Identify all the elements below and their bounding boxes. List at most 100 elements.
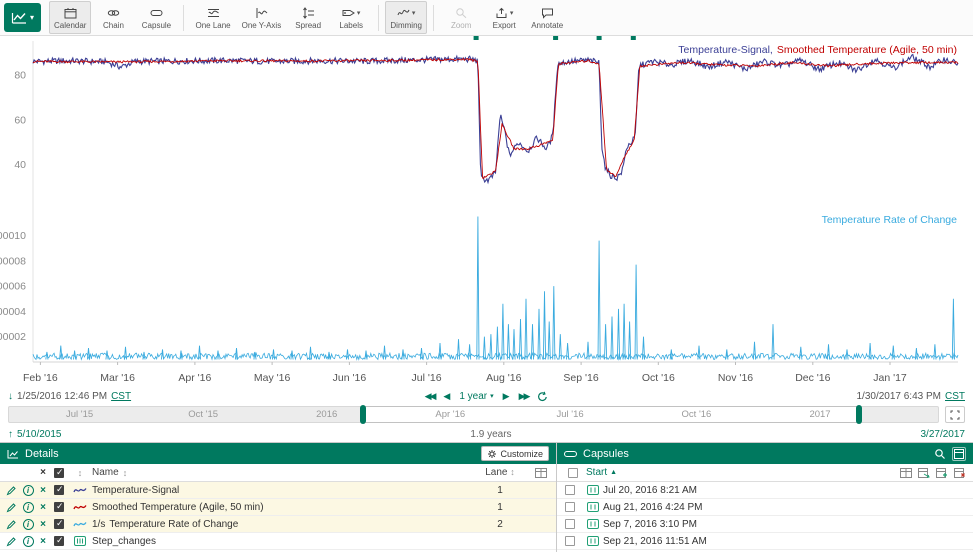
add-column-icon[interactable] — [529, 468, 553, 478]
display-range-bar: ↓ 1/25/2016 12:46 PM CST ◀◀ ◀ 1 year▾ ▶ … — [0, 388, 973, 404]
sort-ascending-icon: ▲ — [610, 469, 617, 476]
remove-icon[interactable]: × — [36, 485, 50, 496]
pan-left-icon[interactable]: ◀ — [443, 391, 450, 402]
customize-label: Customize — [500, 449, 543, 459]
range-end-handle[interactable] — [856, 405, 862, 424]
toolbar-spread-button[interactable]: Spread — [287, 1, 329, 34]
toolbar-button-label: Export — [493, 21, 516, 30]
investigate-start-date: 5/10/2015 — [17, 429, 62, 440]
refresh-icon[interactable] — [537, 391, 548, 402]
toolbar-labels-button[interactable]: ▾ Labels — [330, 1, 372, 34]
capsules-column-header: Start▲ — [557, 464, 973, 482]
toolbar-capsule-button[interactable]: Capsule — [135, 1, 177, 34]
item-name: Temperature Rate of Change — [109, 519, 238, 530]
toolbar-dimming-button[interactable]: ▾ Dimming — [385, 1, 427, 34]
details-panel: Details Customize × ↕ Name ↕ Lane ↕ × Tem… — [0, 443, 556, 552]
name-column-label[interactable]: Name — [92, 467, 119, 478]
timezone-link[interactable]: CST — [111, 391, 131, 402]
add-grid-icon[interactable] — [936, 468, 948, 478]
remove-icon[interactable]: × — [36, 536, 50, 547]
signal-icon — [68, 502, 92, 512]
edit-icon[interactable] — [3, 502, 20, 513]
capsule-icon — [583, 519, 603, 529]
month-label: Nov '16 — [718, 372, 753, 384]
customize-button[interactable]: Customize — [481, 446, 549, 461]
sort-icon[interactable]: ↕ — [123, 468, 128, 478]
slider-tick-label: Oct '16 — [682, 409, 712, 420]
investigate-duration: 1.9 years — [66, 429, 917, 440]
capsule-checkbox[interactable] — [565, 519, 575, 529]
pan-right-icon[interactable]: ▶ — [503, 391, 510, 402]
capsule-pane-options-button[interactable] — [952, 447, 966, 461]
arrow-up-icon[interactable]: ↑ — [8, 429, 13, 440]
row-checkbox[interactable] — [54, 485, 64, 495]
toolbar-chain-button[interactable]: Chain — [92, 1, 134, 34]
lane-column-label[interactable]: Lane — [485, 467, 507, 478]
remove-icon[interactable]: × — [36, 502, 50, 513]
pan-far-right-icon[interactable]: ▶▶ — [519, 391, 529, 402]
one-y-axis-icon — [255, 7, 268, 20]
capsules-panel: Capsules Start▲ Jul 20, 2016 8:21 AM — [557, 443, 973, 552]
expand-range-button[interactable] — [945, 406, 965, 423]
edit-icon[interactable] — [3, 536, 20, 547]
remove-all-header[interactable]: × — [36, 467, 50, 478]
display-end-datetime: 1/30/2017 6:43 PM — [856, 391, 941, 402]
svg-text:0.00004: 0.00004 — [0, 306, 26, 318]
capsule-checkbox[interactable] — [565, 502, 575, 512]
arrow-down-icon[interactable]: ↓ — [8, 391, 13, 402]
search-icon[interactable] — [934, 448, 946, 460]
remove-grid-icon[interactable] — [954, 468, 966, 478]
workbench-logo-button[interactable]: ▾ — [4, 3, 41, 32]
toolbar-export-button[interactable]: ▾ Export — [483, 1, 525, 34]
svg-text:80: 80 — [14, 69, 26, 81]
capsule-row[interactable]: Jul 20, 2016 8:21 AM — [557, 482, 973, 499]
remove-icon[interactable]: × — [36, 519, 50, 530]
row-checkbox[interactable] — [54, 502, 64, 512]
toolbar-annotate-button[interactable]: Annotate — [526, 1, 568, 34]
row-checkbox[interactable] — [54, 519, 64, 529]
capsule-row[interactable]: Sep 7, 2016 3:10 PM — [557, 516, 973, 533]
time-range-slider[interactable]: Jul '15 Oct '15 2016 Apr '16 Jul '16 Oct… — [8, 406, 939, 423]
capsule-start-time: Jul 20, 2016 8:21 AM — [603, 485, 973, 496]
trend-logo-icon — [11, 11, 27, 25]
sort-icon[interactable]: ↕ — [78, 468, 83, 478]
capsule-checkbox[interactable] — [565, 536, 575, 546]
info-icon[interactable] — [23, 536, 34, 547]
capsule-icon — [583, 502, 603, 512]
capsule-icon — [583, 536, 603, 546]
details-row-temperature-signal[interactable]: × Temperature-Signal 1 — [0, 482, 556, 499]
info-icon[interactable] — [23, 519, 34, 530]
duration-selector[interactable]: 1 year▾ — [459, 391, 493, 402]
details-panel-header: Details Customize — [0, 443, 556, 464]
columns-icon[interactable] — [900, 468, 912, 478]
toolbar-one-lane-button[interactable]: One Lane — [190, 1, 235, 34]
details-row-temperature-rate-of-change[interactable]: × 1/sTemperature Rate of Change 2 — [0, 516, 556, 533]
start-column-label[interactable]: Start▲ — [586, 467, 617, 478]
svg-text:40: 40 — [14, 159, 26, 171]
rate-of-change-lane-chart[interactable]: 0.000020.000040.000060.000080.00010 — [0, 206, 973, 372]
toolbar-one-y-axis-button[interactable]: One Y-Axis — [237, 1, 287, 34]
select-all-checkbox[interactable] — [54, 468, 64, 478]
sort-icon[interactable]: ↕ — [510, 467, 515, 477]
capsule-row[interactable]: Sep 21, 2016 11:51 AM — [557, 533, 973, 550]
capsule-row[interactable]: Aug 21, 2016 4:24 PM — [557, 499, 973, 516]
x-axis-month-labels: Feb '16 Mar '16 Apr '16 May '16 Jun '16 … — [0, 372, 973, 388]
row-checkbox[interactable] — [54, 536, 64, 546]
export-grid-icon[interactable] — [918, 468, 930, 478]
edit-icon[interactable] — [3, 485, 20, 496]
timezone-link[interactable]: CST — [945, 391, 965, 402]
toolbar-calendar-button[interactable]: Calendar — [49, 1, 91, 34]
range-start-handle[interactable] — [360, 405, 366, 424]
investigate-range-labels: ↑ 5/10/2015 1.9 years 3/27/2017 — [0, 426, 973, 442]
select-all-capsules-checkbox[interactable] — [568, 468, 578, 478]
details-row-smoothed-temperature[interactable]: × Smoothed Temperature (Agile, 50 min) 1 — [0, 499, 556, 516]
month-label: May '16 — [254, 372, 290, 384]
info-icon[interactable] — [23, 502, 34, 513]
lane-value: 2 — [471, 519, 529, 530]
temperature-lane-chart[interactable]: 406080 — [0, 36, 973, 206]
details-row-step-changes[interactable]: × Step_changes — [0, 533, 556, 550]
edit-icon[interactable] — [3, 519, 20, 530]
info-icon[interactable] — [23, 485, 34, 496]
pan-far-left-icon[interactable]: ◀◀ — [425, 391, 435, 402]
capsule-checkbox[interactable] — [565, 485, 575, 495]
